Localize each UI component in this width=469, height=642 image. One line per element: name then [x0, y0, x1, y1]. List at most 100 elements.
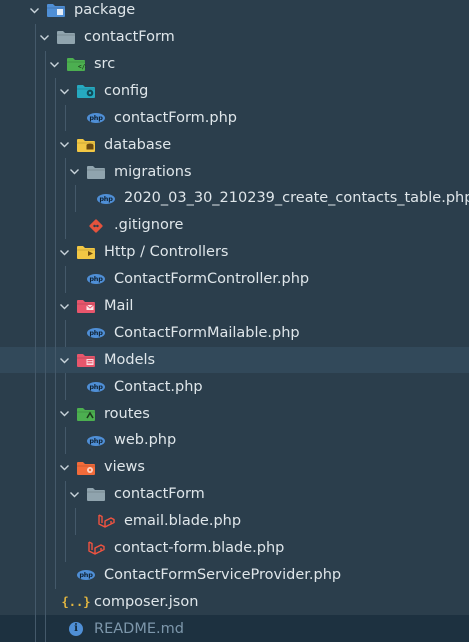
- indent-guide: [45, 481, 46, 508]
- indent-guide: [45, 534, 46, 562]
- indent-guide: [45, 561, 46, 589]
- chevron-down-icon[interactable]: [38, 31, 50, 43]
- indent-guide: [35, 346, 36, 374]
- chevron-down-icon[interactable]: [58, 139, 70, 151]
- folder-item-package[interactable]: package: [0, 0, 469, 24]
- folder-item-config[interactable]: config: [0, 77, 469, 105]
- indent-guide: [55, 185, 56, 213]
- indent-guide: [35, 158, 36, 186]
- indent-guide: [55, 77, 56, 105]
- indent-guide: [55, 346, 56, 374]
- indent-guide: [65, 104, 66, 132]
- indent-guide: [35, 239, 36, 266]
- chevron-down-icon[interactable]: [58, 300, 70, 312]
- indent-guide: [45, 292, 46, 320]
- indent-guide: [35, 507, 36, 535]
- folder-item-contactform[interactable]: contactForm: [0, 481, 469, 508]
- folder-config-icon: [76, 83, 96, 99]
- chevron-down-icon[interactable]: [58, 85, 70, 97]
- file-item-contactformmailable-php[interactable]: php ContactFormMailable.php: [0, 319, 469, 347]
- chevron-down-icon[interactable]: [68, 166, 80, 178]
- indent-guide: [45, 158, 46, 186]
- indent-guide: [35, 534, 36, 562]
- tree-item-label: src: [94, 55, 116, 72]
- indent-guide: [65, 481, 66, 508]
- indent-guide: [45, 615, 46, 642]
- chevron-down-icon[interactable]: [58, 408, 70, 420]
- tree-item-label: ContactFormController.php: [114, 271, 310, 288]
- indent-guide: [35, 588, 36, 616]
- indent-guide: [45, 131, 46, 159]
- php-icon: php: [86, 433, 106, 449]
- tree-item-label: contact-form.blade.php: [114, 540, 285, 556]
- indent-guide: [35, 427, 36, 455]
- indent-guide: [55, 319, 56, 347]
- chevron-down-icon[interactable]: [58, 354, 70, 366]
- tree-item-label: config: [104, 82, 149, 99]
- folder-item-models[interactable]: Models: [0, 346, 469, 374]
- folder-item-src[interactable]: </> src: [0, 50, 469, 78]
- indent-guide: [35, 373, 36, 401]
- indent-guide: [45, 427, 46, 455]
- indent-guide: [55, 239, 56, 266]
- php-icon: php: [86, 110, 106, 126]
- file-item-composer-json[interactable]: {..} composer.json: [0, 588, 469, 616]
- indent-guide: [35, 400, 36, 428]
- file-item-gitignore[interactable]: .gitignore: [0, 212, 469, 240]
- folder-package-icon: [46, 2, 66, 18]
- indent-guide: [65, 319, 66, 347]
- indent-guide: [35, 50, 36, 78]
- chevron-down-icon[interactable]: [58, 246, 70, 258]
- folder-item-database[interactable]: database: [0, 131, 469, 159]
- file-item-readme-md[interactable]: i README.md: [0, 615, 469, 642]
- indent-guide: [45, 239, 46, 266]
- chevron-down-icon[interactable]: [48, 58, 60, 70]
- indent-guide: [55, 534, 56, 562]
- file-item-contactformserviceprovider-php[interactable]: php ContactFormServiceProvider.php: [0, 561, 469, 589]
- folder-icon: [86, 486, 106, 502]
- folder-item-http-controllers[interactable]: Http / Controllers: [0, 239, 469, 266]
- chevron-down-icon[interactable]: [58, 462, 70, 474]
- indent-guide: [45, 454, 46, 482]
- info-icon: i: [66, 621, 86, 637]
- indent-guide: [55, 292, 56, 320]
- file-item-web-php[interactable]: php web.php: [0, 427, 469, 455]
- indent-guide: [45, 185, 46, 213]
- indent-guide: [45, 346, 46, 374]
- file-item-contact-php[interactable]: php Contact.php: [0, 373, 469, 401]
- file-item-2020-03-30-210239-create-contacts-table-php[interactable]: php 2020_03_30_210239_create_contacts_tab…: [0, 185, 469, 213]
- indent-guide: [65, 158, 66, 186]
- indent-guide: [35, 104, 36, 132]
- folder-item-routes[interactable]: routes: [0, 400, 469, 428]
- indent-guide: [55, 427, 56, 455]
- indent-guide: [35, 23, 36, 51]
- indent-guide: [35, 77, 36, 105]
- chevron-down-icon[interactable]: [28, 4, 40, 16]
- folder-models-icon: [76, 352, 96, 368]
- laravel-icon: [96, 513, 116, 529]
- indent-guide: [45, 507, 46, 535]
- folder-icon: [56, 29, 76, 45]
- folder-item-migrations[interactable]: migrations: [0, 158, 469, 186]
- php-icon: php: [86, 379, 106, 395]
- indent-guide: [55, 373, 56, 401]
- folder-item-contactform[interactable]: contactForm: [0, 23, 469, 51]
- indent-guide: [45, 212, 46, 240]
- file-item-contactformcontroller-php[interactable]: php ContactFormController.php: [0, 265, 469, 293]
- indent-guide: [45, 588, 46, 616]
- svg-text:</>: </>: [78, 64, 86, 71]
- folder-src-icon: </>: [66, 56, 86, 72]
- indent-guide: [75, 185, 76, 213]
- php-icon: php: [96, 191, 116, 207]
- indent-guide: [65, 212, 66, 240]
- indent-guide: [45, 265, 46, 293]
- chevron-down-icon[interactable]: [68, 488, 80, 500]
- folder-routes-icon: [76, 406, 96, 422]
- file-item-contact-form-blade-php[interactable]: contact-form.blade.php: [0, 534, 469, 562]
- tree-item-label: composer.json: [94, 593, 199, 610]
- indent-guide: [55, 265, 56, 293]
- folder-item-views[interactable]: views: [0, 454, 469, 482]
- folder-item-mail[interactable]: Mail: [0, 292, 469, 320]
- file-item-email-blade-php[interactable]: email.blade.php: [0, 507, 469, 535]
- file-item-contactform-php[interactable]: php contactForm.php: [0, 104, 469, 132]
